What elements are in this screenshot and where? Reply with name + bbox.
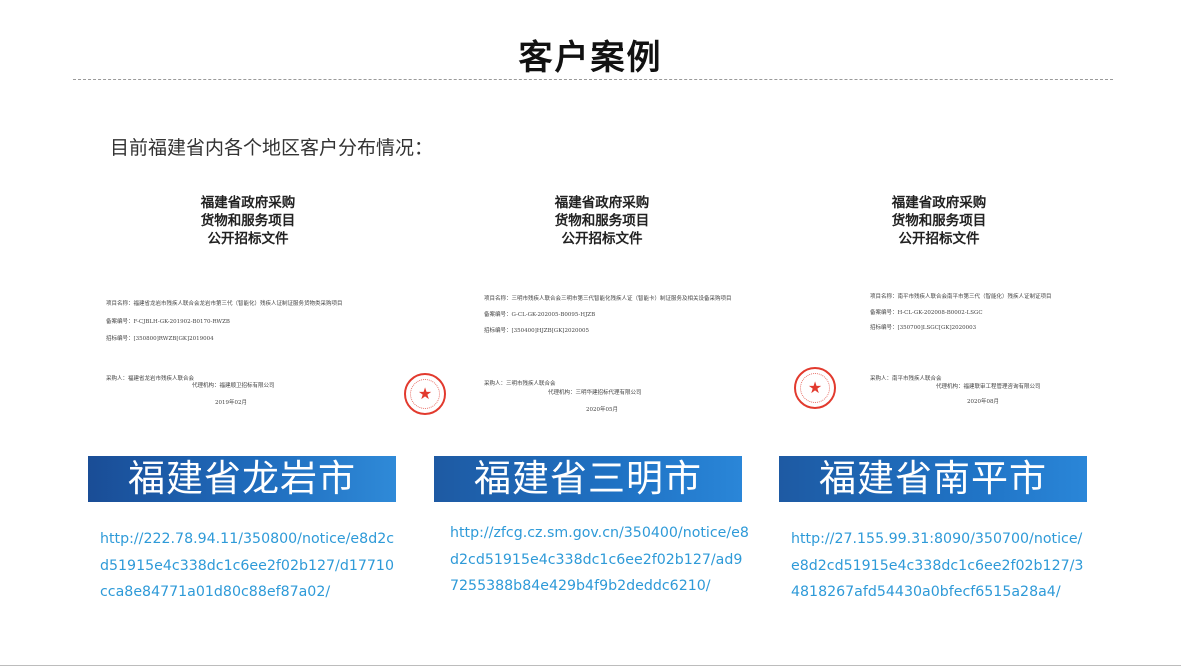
footer-divider — [0, 665, 1181, 666]
document-heading-line: 福建省政府采购 — [891, 195, 987, 211]
tender-document-thumbnail: 福建省政府采购 货物和服务项目 公开招标文件 项目名称：三明市残疾人联合会三明市… — [434, 180, 754, 425]
title-divider — [73, 79, 1113, 80]
document-project-name: 项目名称：三明市残疾人联合会三明市第三代智能化残疾人证（智能卡）制证服务及相关设… — [484, 296, 732, 302]
document-agency: 代理机构：福建联审工程管理咨询有限公司 — [936, 384, 1041, 390]
document-bid-number: 招标编号：[350800]RWZB[GK]2019004 — [106, 336, 214, 342]
document-heading: 福建省政府采购 货物和服务项目 公开招标文件 — [442, 194, 762, 248]
document-heading: 福建省政府采购 货物和服务项目 公开招标文件 — [88, 194, 408, 248]
document-heading-line: 福建省政府采购 — [554, 195, 650, 211]
case-nanping: 福建省政府采购 货物和服务项目 公开招标文件 项目名称：南平市残疾人联合会南平市… — [779, 180, 1099, 610]
document-date: 2020年08月 — [967, 399, 999, 405]
case-link-longyan[interactable]: http://222.78.94.11/350800/notice/e8d2cd… — [100, 526, 400, 606]
region-banner-sanming: 福建省三明市 — [434, 456, 742, 502]
document-heading-line: 公开招标文件 — [561, 231, 643, 247]
region-banner-nanping: 福建省南平市 — [779, 456, 1087, 502]
case-link-nanping[interactable]: http://27.155.99.31:8090/350700/notice/e… — [791, 526, 1091, 606]
document-heading-line: 货物和服务项目 — [891, 213, 987, 229]
document-agency: 代理机构：福建顺卫招标有限公司 — [192, 383, 275, 389]
document-bid-number: 招标编号：[350700]LSGC[GK]2020003 — [870, 325, 977, 331]
document-heading-line: 货物和服务项目 — [200, 213, 296, 229]
star-icon: ★ — [417, 384, 433, 403]
page-title: 客户案例 — [518, 38, 663, 78]
document-purchaser: 采购人：南平市残疾人联合会 — [870, 376, 942, 382]
document-agency: 代理机构：三明华建招标代理有限公司 — [548, 390, 642, 396]
document-purchaser: 采购人：三明市残疾人联合会 — [484, 381, 556, 387]
tender-document-thumbnail: 福建省政府采购 货物和服务项目 公开招标文件 项目名称：福建省龙岩市残疾人联合会… — [88, 180, 408, 425]
document-project-name: 项目名称：福建省龙岩市残疾人联合会龙岩市第三代（智能化）残疾人证制证服务货物类采… — [106, 301, 343, 307]
document-heading-line: 货物和服务项目 — [554, 213, 650, 229]
document-heading-line: 福建省政府采购 — [200, 195, 296, 211]
intro-text: 目前福建省内各个地区客户分布情况： — [110, 137, 434, 159]
document-heading-line: 公开招标文件 — [207, 231, 289, 247]
document-heading: 福建省政府采购 货物和服务项目 公开招标文件 — [779, 194, 1099, 248]
document-purchaser: 采购人：福建省龙岩市残疾人联合会 — [106, 376, 195, 382]
star-icon: ★ — [807, 378, 823, 397]
case-sanming: 福建省政府采购 货物和服务项目 公开招标文件 项目名称：三明市残疾人联合会三明市… — [434, 180, 754, 610]
document-record-number: 备案编号：F-CJBLH-GK-201902-B0170-RWZB — [106, 319, 230, 325]
document-record-number: 备案编号：H-CL-GK-202008-B0002-LSGC — [870, 310, 983, 316]
document-record-number: 备案编号：G-CL-GK-202005-B0095-HJZB — [484, 312, 596, 318]
document-date: 2019年02月 — [215, 400, 247, 406]
document-date: 2020年05月 — [586, 407, 618, 413]
case-longyan: 福建省政府采购 货物和服务项目 公开招标文件 项目名称：福建省龙岩市残疾人联合会… — [88, 180, 408, 610]
case-link-sanming[interactable]: http://zfcg.cz.sm.gov.cn/350400/notice/e… — [450, 520, 750, 600]
document-project-name: 项目名称：南平市残疾人联合会南平市第三代（智能化）残疾人证制证项目 — [870, 294, 1052, 300]
tender-document-thumbnail: 福建省政府采购 货物和服务项目 公开招标文件 项目名称：南平市残疾人联合会南平市… — [779, 180, 1099, 425]
document-heading-line: 公开招标文件 — [898, 231, 980, 247]
document-bid-number: 招标编号：[350400]HJZB[GK]2020005 — [484, 328, 589, 334]
region-banner-longyan: 福建省龙岩市 — [88, 456, 396, 502]
